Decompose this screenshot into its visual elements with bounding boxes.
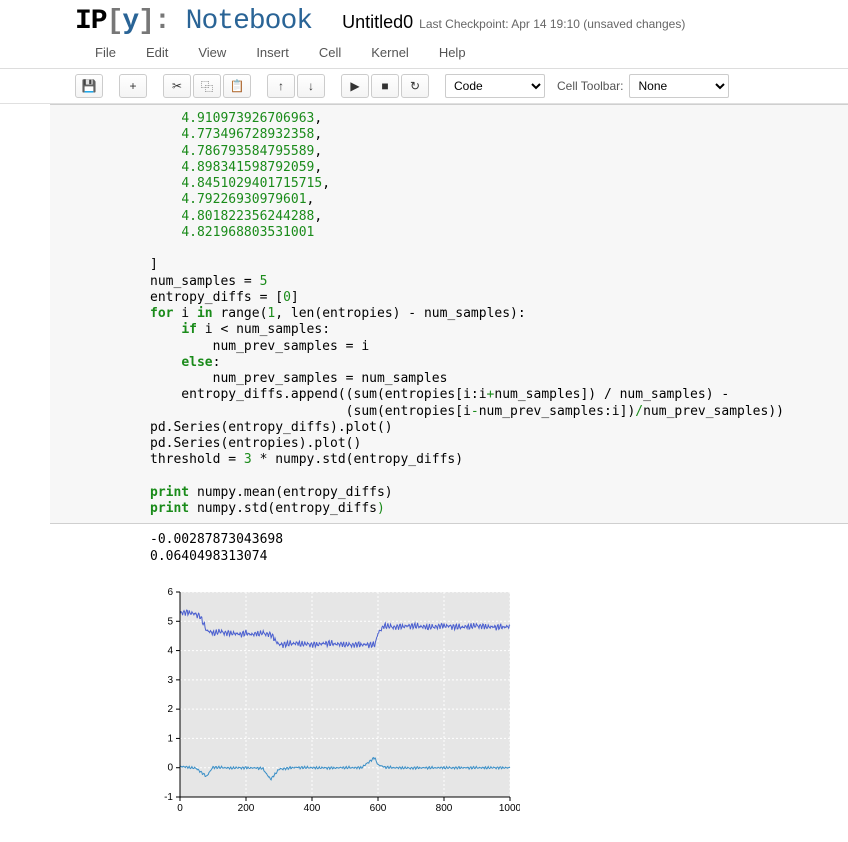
up-icon: ↑: [278, 79, 284, 93]
header: IP[y]: Notebook Untitled0 Last Checkpoin…: [0, 0, 848, 41]
menubar: File Edit View Insert Cell Kernel Help: [0, 41, 848, 69]
svg-text:800: 800: [436, 803, 453, 814]
restart-button[interactable]: ↻: [401, 74, 429, 98]
menu-help[interactable]: Help: [439, 45, 466, 60]
menu-cell[interactable]: Cell: [319, 45, 341, 60]
logo-rbracket: ]: [138, 6, 154, 37]
svg-text:1: 1: [167, 733, 173, 744]
logo-notebook: Notebook: [186, 6, 312, 37]
text-output: -0.00287873043698 0.0640498313074: [50, 524, 848, 572]
svg-text:400: 400: [304, 803, 321, 814]
svg-text:0: 0: [167, 763, 173, 774]
logo-lbracket: [: [107, 6, 123, 37]
menu-file[interactable]: File: [95, 45, 116, 60]
toolbar: 💾 + ✂ ⿻ 📋 ↑ ↓ ▶ ■ ↻ Code Cell Toolbar: N…: [0, 69, 848, 104]
notebook-title[interactable]: Untitled0: [342, 12, 413, 33]
move-down-button[interactable]: ↓: [297, 74, 325, 98]
svg-text:5: 5: [167, 616, 173, 627]
down-icon: ↓: [308, 79, 314, 93]
move-up-button[interactable]: ↑: [267, 74, 295, 98]
cell-toolbar-select[interactable]: None: [629, 74, 729, 98]
menu-view[interactable]: View: [198, 45, 226, 60]
svg-text:1000: 1000: [499, 803, 520, 814]
svg-text:4: 4: [167, 646, 173, 657]
copy-button[interactable]: ⿻: [193, 74, 221, 98]
cell-toolbar-label: Cell Toolbar:: [557, 79, 623, 93]
svg-text:3: 3: [167, 675, 173, 686]
svg-text:200: 200: [238, 803, 255, 814]
menu-edit[interactable]: Edit: [146, 45, 168, 60]
svg-text:2: 2: [167, 704, 173, 715]
paste-icon: 📋: [230, 79, 245, 93]
stop-button[interactable]: ■: [371, 74, 399, 98]
line-chart: 0 200 400 600 800 1000 -1 0 1 2 3 4 5 6: [150, 582, 520, 817]
copy-icon: ⿻: [201, 78, 213, 95]
svg-text:-1: -1: [164, 792, 173, 803]
cut-button[interactable]: ✂: [163, 74, 191, 98]
cut-icon: ✂: [172, 79, 182, 93]
logo-y: y: [122, 6, 138, 37]
stop-icon: ■: [381, 79, 388, 93]
output-std: 0.0640498313074: [150, 549, 267, 564]
svg-text:6: 6: [167, 587, 173, 598]
chart-output: 0 200 400 600 800 1000 -1 0 1 2 3 4 5 6: [150, 582, 848, 817]
play-icon: ▶: [350, 79, 359, 93]
code-cell[interactable]: 4.910973926706963, 4.773496728932358, 4.…: [50, 104, 848, 817]
add-cell-button[interactable]: +: [119, 74, 147, 98]
logo-colon: :: [154, 6, 170, 37]
logo: IP[y]: Notebook: [75, 6, 312, 37]
output-mean: -0.00287873043698: [150, 532, 283, 547]
logo-ip: IP: [75, 6, 107, 37]
paste-button[interactable]: 📋: [223, 74, 251, 98]
save-icon: 💾: [82, 79, 97, 93]
code-input[interactable]: 4.910973926706963, 4.773496728932358, 4.…: [50, 104, 848, 524]
notebook-body: 4.910973926706963, 4.773496728932358, 4.…: [0, 104, 848, 817]
save-button[interactable]: 💾: [75, 74, 103, 98]
menu-kernel[interactable]: Kernel: [371, 45, 409, 60]
svg-text:0: 0: [177, 803, 183, 814]
menu-insert[interactable]: Insert: [256, 45, 289, 60]
svg-text:600: 600: [370, 803, 387, 814]
checkpoint-text: Last Checkpoint: Apr 14 19:10 (unsaved c…: [419, 17, 685, 31]
restart-icon: ↻: [410, 79, 420, 93]
run-button[interactable]: ▶: [341, 74, 369, 98]
cell-type-select[interactable]: Code: [445, 74, 545, 98]
plus-icon: +: [129, 79, 136, 93]
